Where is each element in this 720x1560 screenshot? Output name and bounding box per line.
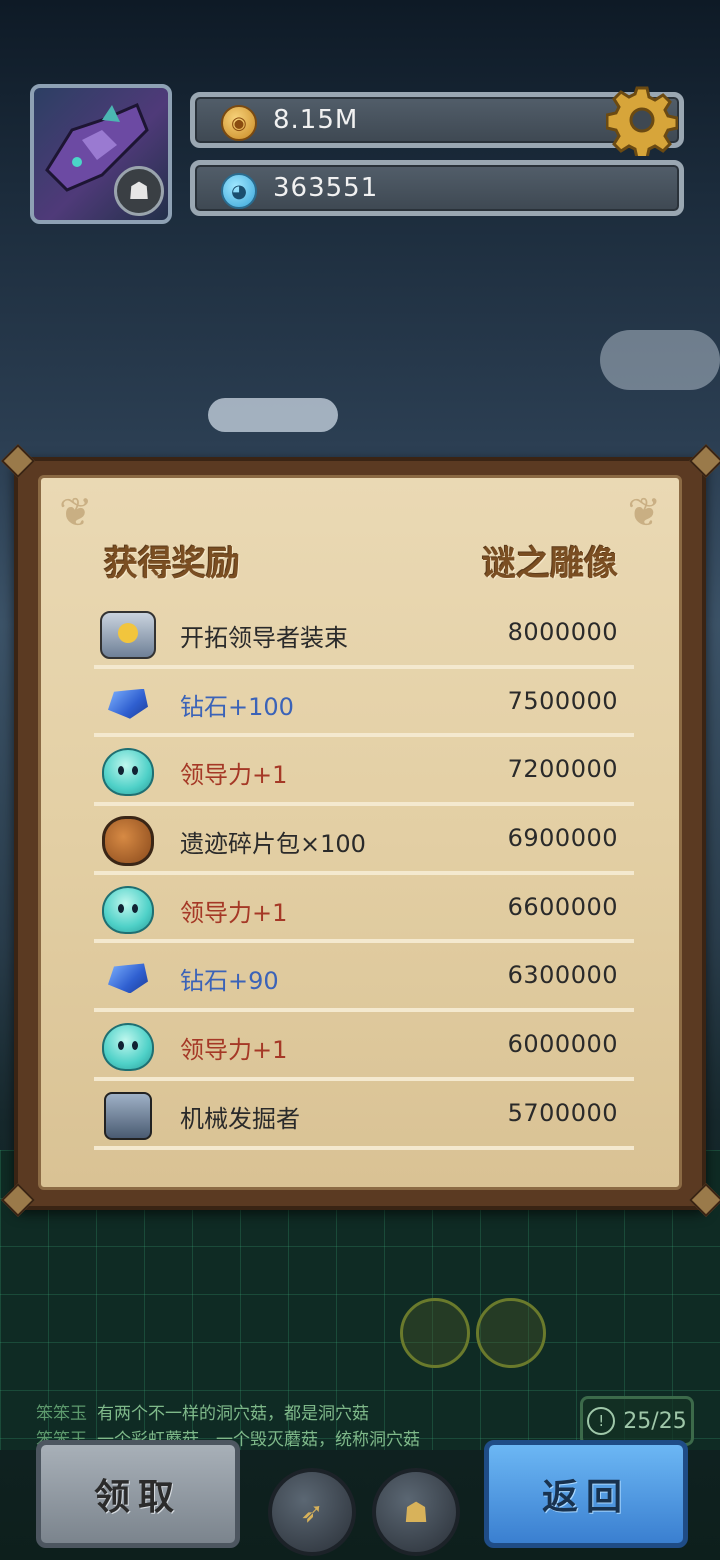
list-item[interactable]: 遗迹碎片包×100 6900000 <box>94 806 634 875</box>
list-item[interactable]: 钻石+90 6300000 <box>94 943 634 1013</box>
cloud-decoration <box>208 398 338 432</box>
robot-node-icon <box>400 1298 470 1368</box>
reward-label: 领导力+1 <box>180 1036 288 1065</box>
warning-icon: ! <box>587 1407 616 1435</box>
list-item[interactable]: 机械发掘者 5700000 <box>94 1081 634 1150</box>
list-item[interactable]: 钻石+100 7500000 <box>94 669 634 738</box>
robot-icon <box>100 1091 156 1140</box>
reward-score: 6900000 <box>507 824 618 853</box>
chat-line: 笨笨玉 有两个不一样的洞穴菇，都是洞穴菇 <box>36 1399 369 1424</box>
reward-score: 7500000 <box>507 686 618 715</box>
back-button[interactable]: 返回 <box>484 1440 688 1548</box>
reward-score: 6300000 <box>507 961 618 990</box>
reward-score: 5700000 <box>507 1098 618 1127</box>
reward-score: 7200000 <box>507 755 618 784</box>
diamond-icon <box>100 682 156 726</box>
bag-icon[interactable]: ☗ <box>372 1468 460 1556</box>
panel-title-rewards: 获得奖励 <box>104 544 240 584</box>
player-avatar[interactable]: ☗ <box>30 84 172 224</box>
slime-icon <box>100 1023 156 1072</box>
slime-icon <box>100 885 156 934</box>
corner-ornament: ❦ <box>627 490 661 536</box>
coin-node-icon <box>476 1298 546 1368</box>
panel-title-statue: 谜之雕像 <box>482 544 618 584</box>
reward-list[interactable]: 开拓领导者装束 8000000 钻石+100 7500000 领导力+1 720… <box>94 600 634 1150</box>
reward-label: 机械发掘者 <box>180 1104 300 1133</box>
crystals-value: 363551 <box>273 173 379 203</box>
crystals-bar: ◕ 363551 <box>190 160 684 216</box>
reward-label: 钻石+100 <box>180 692 294 721</box>
reward-score: 6000000 <box>507 1030 618 1059</box>
bag-icon <box>100 816 156 867</box>
wolf-badge-icon: ☗ <box>114 166 164 216</box>
reward-score: 8000000 <box>507 618 618 646</box>
hero-portrait-icon <box>100 611 156 659</box>
cloud-decoration <box>600 330 720 390</box>
claim-button[interactable]: 领取 <box>36 1440 240 1548</box>
list-item[interactable]: 领导力+1 7200000 <box>94 737 634 807</box>
rocket-icon[interactable]: ➶ <box>268 1468 356 1556</box>
reward-label: 钻石+90 <box>180 967 279 996</box>
chat-text: 有两个不一样的洞穴菇，都是洞穴菇 <box>97 1404 369 1424</box>
slime-icon <box>100 748 156 797</box>
coin-icon: ◉ <box>221 105 257 141</box>
reward-label: 遗迹碎片包×100 <box>180 830 366 859</box>
list-item[interactable]: 领导力+1 6000000 <box>94 1012 634 1081</box>
chat-sender: 笨笨玉 <box>36 1404 87 1424</box>
reward-label: 领导力+1 <box>180 761 288 790</box>
counter-value: 25/25 <box>623 1408 687 1434</box>
reward-label: 开拓领导者装束 <box>180 624 348 652</box>
gear-icon[interactable] <box>606 84 678 156</box>
blob-icon: ◕ <box>221 173 257 209</box>
list-item[interactable]: 领导力+1 6600000 <box>94 875 634 944</box>
reward-label: 领导力+1 <box>180 898 288 927</box>
energy-counter: ! 25/25 <box>580 1396 694 1446</box>
coins-value: 8.15M <box>273 105 359 135</box>
reward-score: 6600000 <box>507 892 618 921</box>
list-item[interactable]: 开拓领导者装束 8000000 <box>94 600 634 669</box>
corner-ornament: ❦ <box>59 490 93 536</box>
diamond-icon <box>100 956 156 1000</box>
